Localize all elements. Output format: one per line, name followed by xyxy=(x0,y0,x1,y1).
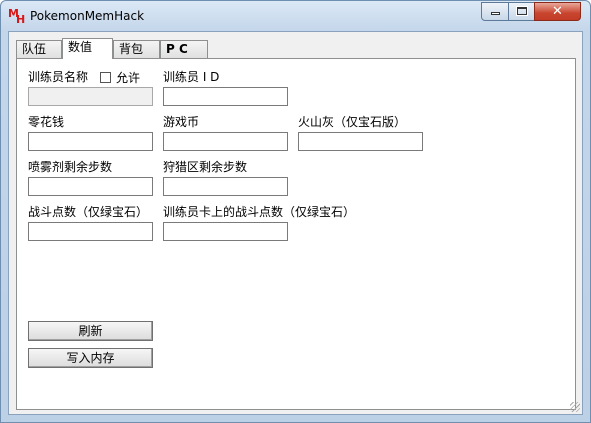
trainer-id-label: 训练员 I D xyxy=(163,70,220,84)
allow-checkbox-label[interactable]: 允许 xyxy=(116,69,140,86)
maximize-icon xyxy=(516,6,528,16)
resize-grip[interactable] xyxy=(570,402,580,412)
title-bar[interactable]: M H PokemonMemHack ✕ xyxy=(1,1,590,31)
card-battle-points-field[interactable] xyxy=(163,222,288,241)
card-battle-points-label: 训练员卡上的战斗点数（仅绿宝石） xyxy=(163,205,356,219)
app-logo-icon: M H xyxy=(8,7,26,26)
volcanic-ash-field[interactable] xyxy=(298,132,423,151)
tab-bag[interactable]: 背包 xyxy=(113,40,160,58)
coins-label: 游戏币 xyxy=(163,115,200,129)
trainer-id-field[interactable] xyxy=(163,87,288,106)
repel-steps-label: 喷雾剂剩余步数 xyxy=(28,160,113,174)
minimize-icon xyxy=(491,12,500,15)
minimize-button[interactable] xyxy=(481,2,509,21)
tab-label: 队伍 xyxy=(22,42,47,56)
client-area: 队伍 数值 背包 P C 训练员名称 允许 训练员 I D 零花钱 游戏币 火山… xyxy=(8,31,583,415)
values-panel: 训练员名称 允许 训练员 I D 零花钱 游戏币 火山灰（仅宝石版） 喷雾剂剩余… xyxy=(16,58,576,410)
repel-steps-field[interactable] xyxy=(28,177,153,196)
volcanic-ash-label: 火山灰（仅宝石版） xyxy=(298,115,407,129)
close-button[interactable]: ✕ xyxy=(534,2,581,21)
tab-values[interactable]: 数值 xyxy=(62,38,113,59)
allow-checkbox[interactable] xyxy=(100,72,111,83)
close-icon: ✕ xyxy=(552,4,563,19)
battle-points-label: 战斗点数（仅绿宝石） xyxy=(28,205,149,219)
refresh-button[interactable]: 刷新 xyxy=(28,321,153,341)
trainer-name-label: 训练员名称 xyxy=(28,70,89,84)
money-field[interactable] xyxy=(28,132,153,151)
maximize-button[interactable] xyxy=(508,2,535,21)
tab-label: 数值 xyxy=(68,40,93,54)
safari-steps-label: 狩猎区剩余步数 xyxy=(163,160,248,174)
coins-field[interactable] xyxy=(163,132,288,151)
tab-team[interactable]: 队伍 xyxy=(16,40,62,58)
app-window: M H PokemonMemHack ✕ 队伍 数值 背包 P C 训练员名称 … xyxy=(0,0,591,423)
write-memory-button[interactable]: 写入内存 xyxy=(28,348,153,368)
tab-label: 背包 xyxy=(119,42,144,56)
battle-points-field[interactable] xyxy=(28,222,153,241)
window-title: PokemonMemHack xyxy=(30,9,145,23)
trainer-name-field[interactable] xyxy=(28,87,153,106)
money-label: 零花钱 xyxy=(28,115,65,129)
tab-label: P C xyxy=(166,42,188,56)
safari-steps-field[interactable] xyxy=(163,177,288,196)
tab-pc[interactable]: P C xyxy=(160,40,208,58)
